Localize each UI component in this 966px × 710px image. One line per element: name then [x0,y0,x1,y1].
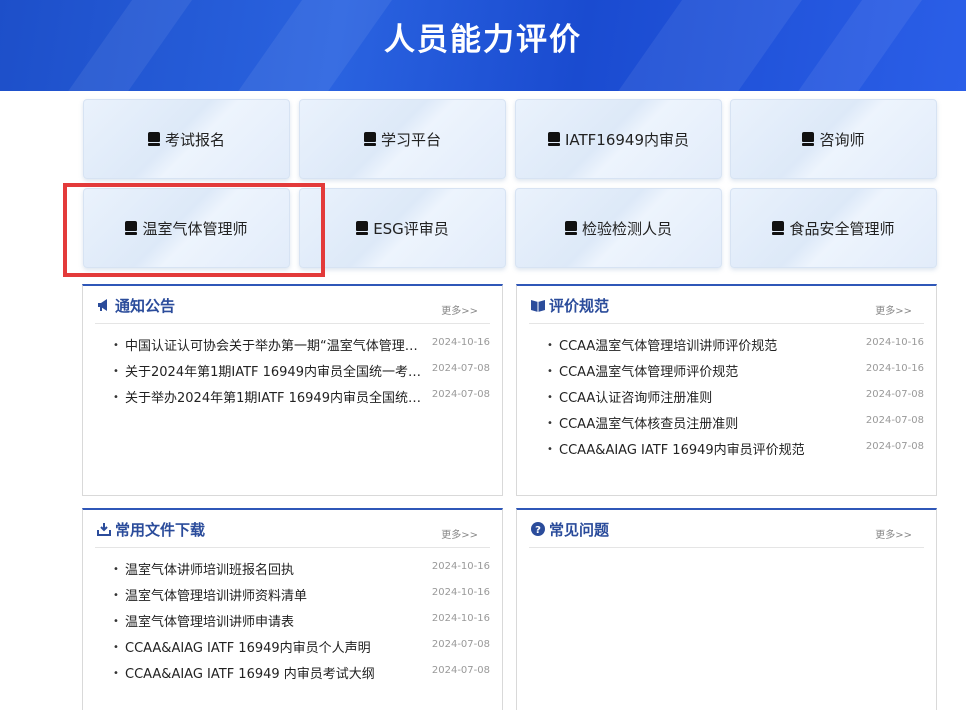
book-icon [772,221,785,235]
tile-iatf-auditor[interactable]: IATF16949内审员 [515,99,722,179]
tile-label: 考试报名 [164,130,225,149]
panel-standards: 评价规范 更多>> • CCAA温室气体管理培训讲师评价规范 2024-10-16 … [516,284,937,496]
list-item[interactable]: •关于举办2024年第1期IATF 16949内审员全国统一考试的通知2024-… [113,384,490,410]
panel-title: 评价规范 [549,297,610,315]
list-item[interactable]: • CCAA温室气体管理培训讲师评价规范 2024-10-16 [547,332,924,358]
panel-title: 通知公告 [115,297,176,315]
book-icon [356,221,369,235]
book-icon [147,132,160,146]
list-item[interactable]: • CCAA温室气体管理师评价规范 2024-10-16 [547,358,924,384]
panel-header: 评价规范 更多>> [529,286,924,324]
page-banner: 人员能力评价 [0,0,966,91]
more-link[interactable]: 更多>> [875,302,912,317]
more-link[interactable]: 更多>> [875,526,912,541]
page-title: 人员能力评价 [384,22,582,58]
list-item[interactable]: •关于2024年第1期IATF 16949内审员全国统一考试成绩发布的通知202… [113,358,490,384]
list-item[interactable]: •中国认证认可协会关于举办第一期“温室气体管理培训讲师”培训班的通知2024-1… [113,332,490,358]
panel-header: 常用文件下载 更多>> [95,510,490,548]
tile-label: 食品安全管理师 [789,219,895,238]
notice-list: •中国认证认可协会关于举办第一期“温室气体管理培训讲师”培训班的通知2024-1… [113,332,490,410]
tile-label: 学习平台 [380,130,441,149]
tile-label: ESG评审员 [373,219,449,238]
list-item[interactable]: • CCAA&AIAG IATF 16949内审员评价规范 2024-07-08 [547,436,924,462]
open-book-icon [531,300,545,312]
more-link[interactable]: 更多>> [441,302,478,317]
book-icon [363,132,376,146]
panel-header: 通知公告 更多>> [95,286,490,324]
book-icon [125,221,138,235]
panel-faq: ? 常见问题 更多>> [516,508,937,710]
tile-label: 咨询师 [819,130,865,149]
panel-downloads: 常用文件下载 更多>> • 温室气体讲师培训班报名回执 2024-10-16 • 温室… [82,508,503,710]
tile-inspection-personnel[interactable]: 检验检测人员 [515,188,722,268]
list-item[interactable]: • CCAA温室气体核查员注册准则 2024-07-08 [547,410,924,436]
question-icon: ? [531,522,545,536]
tile-learning-platform[interactable]: 学习平台 [299,99,506,179]
tile-ghg-manager[interactable]: 温室气体管理师 [83,188,290,268]
list-item[interactable]: • CCAA&AIAG IATF 16949内审员个人声明 2024-07-08 [113,634,490,660]
tile-food-safety-manager[interactable]: 食品安全管理师 [730,188,937,268]
more-link[interactable]: 更多>> [441,526,478,541]
standards-list: • CCAA温室气体管理培训讲师评价规范 2024-10-16 • CCAA温室气体管… [547,332,924,462]
tile-esg-auditor[interactable]: ESG评审员 [299,188,506,268]
list-item[interactable]: • CCAA&AIAG IATF 16949 内审员考试大纲 2024-07-08 [113,660,490,686]
panel-notices: 通知公告 更多>> •中国认证认可协会关于举办第一期“温室气体管理培训讲师”培训… [82,284,503,496]
tile-label: 温室气体管理师 [142,219,248,238]
panel-header: ? 常见问题 更多>> [529,510,924,548]
tile-label: 检验检测人员 [581,219,672,238]
svg-text:?: ? [535,525,541,536]
book-icon [802,132,815,146]
panel-title: 常用文件下载 [115,521,206,539]
list-item[interactable]: • 温室气体管理培训讲师资料清单 2024-10-16 [113,582,490,608]
list-item[interactable]: • 温室气体管理培训讲师申请表 2024-10-16 [113,608,490,634]
list-item[interactable]: • 温室气体讲师培训班报名回执 2024-10-16 [113,556,490,582]
download-icon [97,523,111,536]
downloads-list: • 温室气体讲师培训班报名回执 2024-10-16 • 温室气体管理培训讲师资料清单… [113,556,490,686]
tile-consultant[interactable]: 咨询师 [730,99,937,179]
book-icon [547,132,560,146]
megaphone-icon [98,299,107,311]
book-icon [564,221,577,235]
tile-exam-registration[interactable]: 考试报名 [83,99,290,179]
panel-title: 常见问题 [549,521,610,539]
tile-label: IATF16949内审员 [564,130,690,149]
list-item[interactable]: • CCAA认证咨询师注册准则 2024-07-08 [547,384,924,410]
